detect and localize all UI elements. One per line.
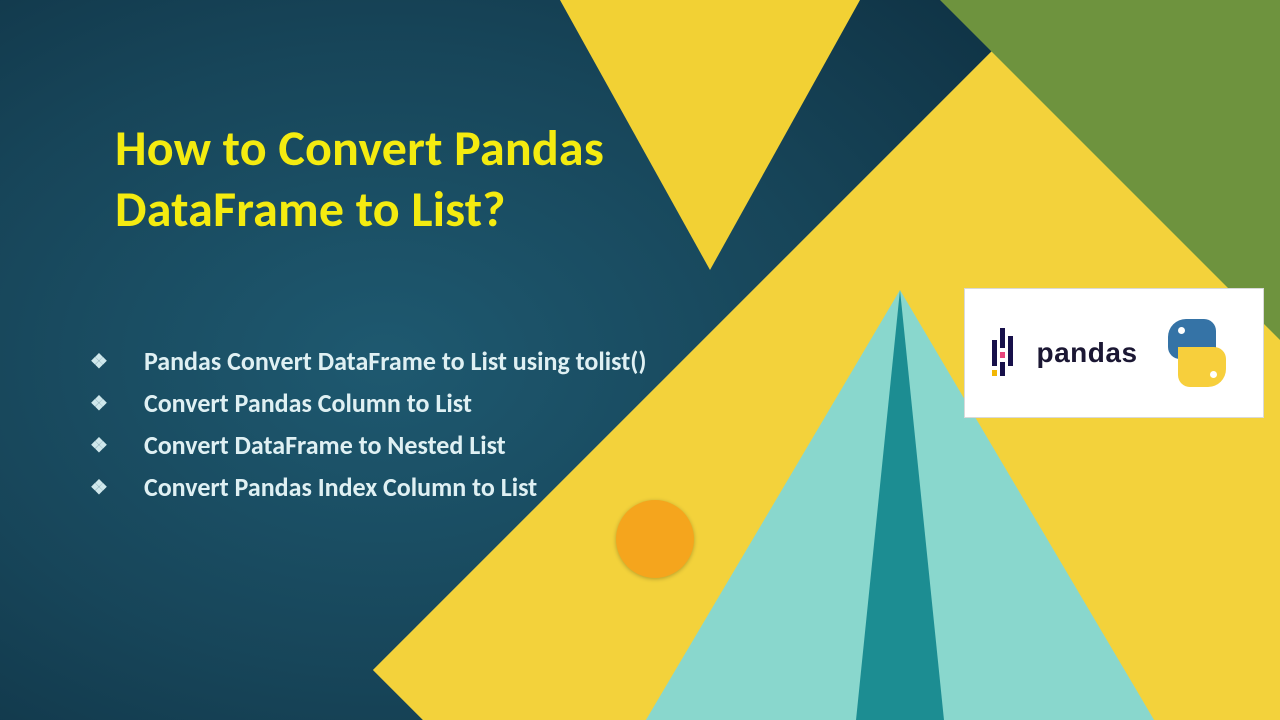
- bullet-text: Convert Pandas Column to List: [144, 382, 472, 424]
- bullet-text: Pandas Convert DataFrame to List using t…: [144, 340, 647, 382]
- list-item: ❖ Convert DataFrame to Nested List: [90, 424, 810, 466]
- list-item: ❖ Pandas Convert DataFrame to List using…: [90, 340, 810, 382]
- diamond-bullet-icon: ❖: [90, 394, 108, 414]
- pandas-python-logo-card: pandas: [964, 288, 1264, 418]
- diamond-bullet-icon: ❖: [90, 436, 108, 456]
- bg-triangle-teal: [855, 290, 945, 720]
- list-item: ❖ Convert Pandas Index Column to List: [90, 466, 810, 508]
- bg-circle-orange: [616, 500, 694, 578]
- bullet-text: Convert DataFrame to Nested List: [144, 424, 506, 466]
- list-item: ❖ Convert Pandas Column to List: [90, 382, 810, 424]
- slide-canvas: How to Convert Pandas DataFrame to List?…: [0, 0, 1280, 720]
- slide-title: How to Convert Pandas DataFrame to List?: [115, 118, 835, 240]
- pandas-wordmark: pandas: [1036, 337, 1137, 369]
- bullet-text: Convert Pandas Index Column to List: [144, 466, 537, 508]
- pandas-mark-icon: [992, 328, 1018, 378]
- diamond-bullet-icon: ❖: [90, 352, 108, 372]
- slide-title-line1: How to Convert Pandas: [115, 118, 604, 179]
- bullet-list: ❖ Pandas Convert DataFrame to List using…: [90, 340, 810, 508]
- diamond-bullet-icon: ❖: [90, 478, 108, 498]
- slide-title-line2: DataFrame to List?: [115, 179, 506, 240]
- python-logo-icon: [1156, 313, 1236, 393]
